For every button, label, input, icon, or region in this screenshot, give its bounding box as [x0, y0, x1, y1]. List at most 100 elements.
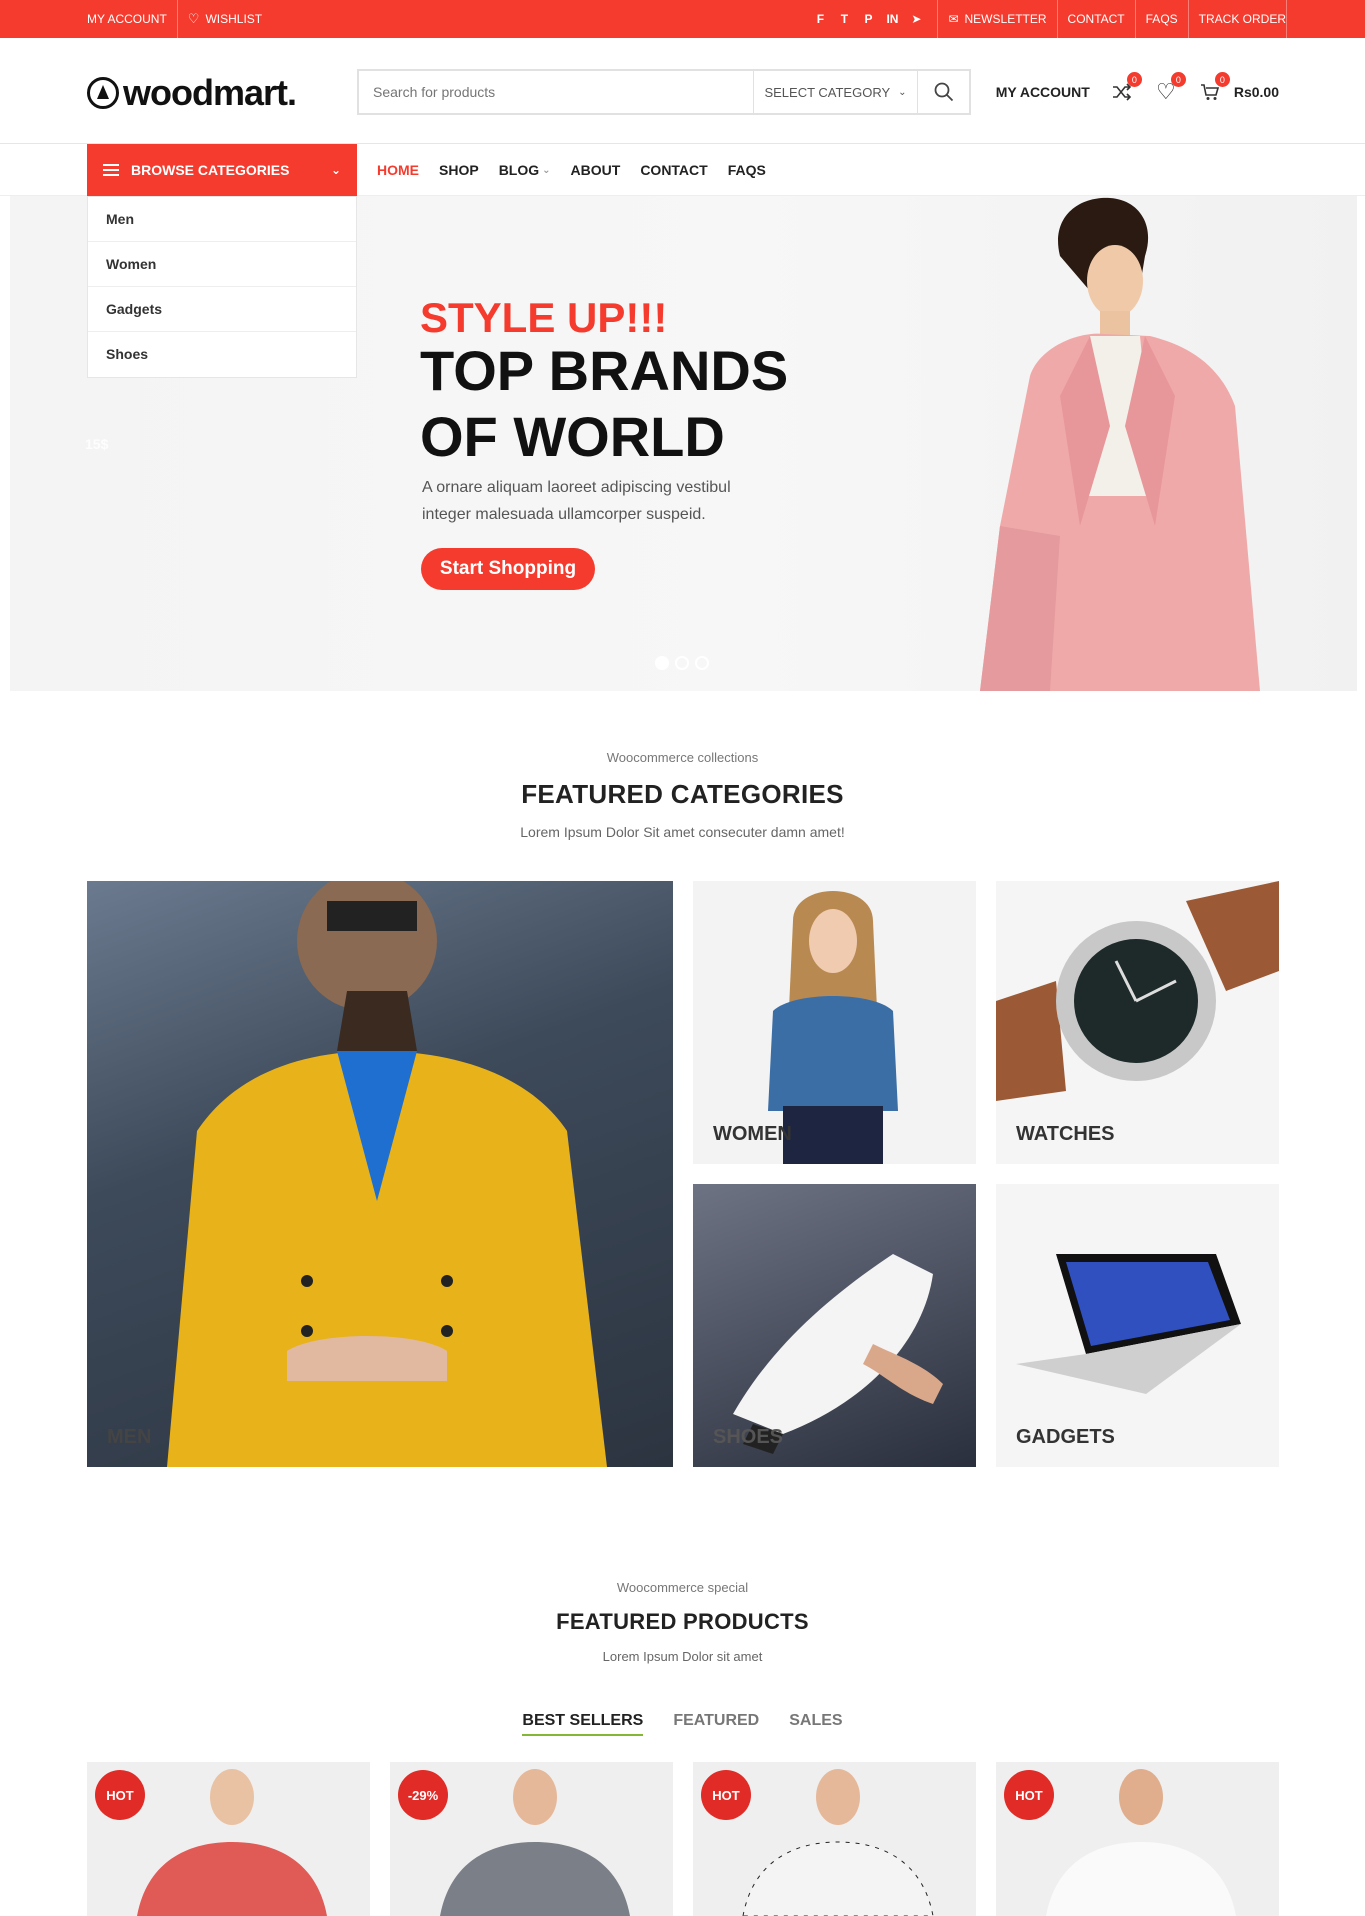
newsletter-label: NEWSLETTER [964, 12, 1047, 26]
nav-bar: BROWSE CATEGORIES ⌄ HOME SHOP BLOG ⌄ ABO… [0, 144, 1365, 196]
category-tile-gadgets[interactable]: GADGETS [996, 1184, 1279, 1467]
tab-sales[interactable]: SALES [789, 1712, 842, 1736]
featured-categories-title: FEATURED CATEGORIES [521, 779, 844, 809]
top-wishlist-link[interactable]: ♡ WISHLIST [178, 0, 272, 38]
hero-corner-label: 15$ [85, 436, 109, 452]
browse-categories-button[interactable]: BROWSE CATEGORIES ⌄ [87, 144, 357, 196]
twitter-icon[interactable]: t [837, 12, 851, 26]
category-tile-shoes[interactable]: SHOES [693, 1184, 976, 1467]
tree-logo-icon [87, 77, 119, 109]
hero-title-line2: OF WORLD [420, 405, 725, 468]
main-menu: HOME SHOP BLOG ⌄ ABOUT CONTACT FAQS [377, 144, 766, 196]
social-links: f t p in ➤ [813, 0, 939, 38]
browse-categories-label: BROWSE CATEGORIES [131, 162, 290, 178]
nav-home[interactable]: HOME [377, 162, 419, 178]
slider-dot-1[interactable] [655, 656, 669, 670]
product-badge: -29% [398, 1770, 448, 1820]
category-label-watches: WATCHES [1016, 1123, 1115, 1145]
nav-shop[interactable]: SHOP [439, 162, 479, 178]
hero-tagline: STYLE UP!!! [420, 294, 668, 341]
newsletter-link[interactable]: ✉ NEWSLETTER [938, 0, 1058, 38]
category-select[interactable]: SELECT CATEGORY ⌄ [753, 71, 917, 113]
top-bar: MY ACCOUNT ♡ WISHLIST f t p in ➤ ✉ NEWSL… [0, 0, 1365, 38]
tab-best-sellers[interactable]: BEST SELLERS [522, 1712, 644, 1736]
cart-total: Rs0.00 [1233, 84, 1279, 100]
featured-categories-subtitle: Woocommerce collections [606, 750, 759, 765]
linkedin-icon[interactable]: in [885, 12, 899, 26]
wishlist-button[interactable]: ♡ 0 [1154, 72, 1186, 104]
top-contact-link[interactable]: CONTACT [1058, 0, 1136, 38]
slider-dots [655, 656, 709, 670]
women-category-image [768, 891, 898, 1164]
chevron-down-icon: ⌄ [898, 86, 907, 98]
cart-button[interactable]: 0 Rs0.00 [1198, 72, 1279, 104]
nav-blog[interactable]: BLOG ⌄ [499, 162, 551, 178]
watches-category-image [996, 881, 1279, 1101]
facebook-icon[interactable]: f [813, 12, 827, 26]
search-icon [934, 82, 953, 102]
product-badge: HOT [1004, 1770, 1054, 1820]
main-header: woodmart. SELECT CATEGORY ⌄ MY ACCOUNT 0… [0, 38, 1365, 144]
search-bar: SELECT CATEGORY ⌄ [357, 69, 971, 115]
product-badge: HOT [95, 1770, 145, 1820]
featured-products-caption: Lorem Ipsum Dolor sit amet [602, 1649, 763, 1664]
nav-about[interactable]: ABOUT [571, 162, 621, 178]
gadgets-category-image [1016, 1254, 1241, 1394]
category-label-gadgets: GADGETS [1016, 1426, 1115, 1448]
featured-categories-caption: Lorem Ipsum Dolor Sit amet consecuter da… [520, 824, 845, 840]
compare-button[interactable]: 0 [1110, 72, 1142, 104]
featured-products-subtitle: Woocommerce special [616, 1580, 749, 1595]
category-tile-women[interactable]: WOMEN [693, 881, 976, 1164]
telegram-icon[interactable]: ➤ [909, 12, 923, 26]
category-item-shoes[interactable]: Shoes [88, 332, 356, 377]
slider-dot-2[interactable] [675, 656, 689, 670]
site-logo[interactable]: woodmart. [87, 72, 297, 114]
product-card[interactable]: -29% [390, 1762, 673, 1916]
nav-faqs[interactable]: FAQS [728, 162, 766, 178]
cart-count-badge: 0 [1214, 72, 1230, 87]
header-my-account-link[interactable]: MY ACCOUNT [996, 84, 1090, 100]
compare-count-badge: 0 [1126, 72, 1142, 87]
chevron-down-icon: ⌄ [542, 164, 551, 176]
hero-title-line1: TOP BRANDS [420, 339, 789, 402]
product-card[interactable]: HOT [87, 1762, 370, 1916]
nav-contact[interactable]: CONTACT [640, 162, 707, 178]
search-button[interactable] [917, 71, 969, 113]
category-tile-watches[interactable]: WATCHES [996, 881, 1279, 1164]
wishlist-label: WISHLIST [205, 12, 263, 26]
pinterest-icon[interactable]: p [861, 12, 875, 26]
tab-featured[interactable]: FEATURED [673, 1712, 759, 1736]
category-label-men: MEN [107, 1426, 152, 1448]
slider-dot-3[interactable] [695, 656, 709, 670]
category-label-women: WOMEN [713, 1123, 792, 1145]
product-card[interactable]: HOT [996, 1762, 1279, 1916]
heart-icon: ♡ [187, 11, 200, 26]
category-select-label: SELECT CATEGORY [764, 84, 891, 100]
track-order-link[interactable]: TRACK ORDER [1189, 0, 1287, 38]
product-badge: HOT [701, 1770, 751, 1820]
hero-desc-line2: integer malesuada ullamcorper suspeid. [422, 506, 706, 523]
product-tabs: BEST SELLERS FEATURED SALES [0, 1712, 1365, 1736]
hero-description: A ornare aliquam laoreet adipiscing vest… [422, 474, 742, 528]
top-faqs-link[interactable]: FAQS [1136, 0, 1189, 38]
product-card[interactable]: HOT [693, 1762, 976, 1916]
hero-desc-line1: A ornare aliquam laoreet adipiscing vest… [422, 479, 731, 496]
category-label-shoes: SHOES [713, 1426, 784, 1448]
category-item-gadgets[interactable]: Gadgets [88, 287, 356, 332]
cart-icon-wrap: 0 [1198, 72, 1230, 104]
envelope-icon: ✉ [948, 12, 959, 26]
hero-model-image [980, 197, 1260, 691]
search-input[interactable] [359, 71, 753, 113]
men-category-image [167, 881, 607, 1467]
hamburger-icon [103, 164, 119, 176]
nav-blog-label: BLOG [498, 162, 540, 178]
shuffle-icon [1112, 83, 1131, 101]
start-shopping-button[interactable]: Start Shopping [421, 548, 595, 590]
category-item-men[interactable]: Men [88, 197, 356, 242]
top-my-account-link[interactable]: MY ACCOUNT [87, 0, 178, 38]
category-item-women[interactable]: Women [88, 242, 356, 287]
chevron-down-icon: ⌄ [330, 163, 341, 177]
featured-categories-heading: Woocommerce collections FEATURED CATEGOR… [0, 750, 1365, 840]
category-tile-men[interactable]: MEN [87, 881, 673, 1467]
category-dropdown: Men Women Gadgets Shoes [87, 196, 357, 378]
